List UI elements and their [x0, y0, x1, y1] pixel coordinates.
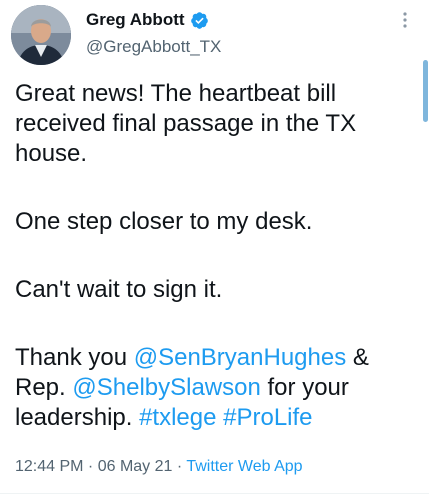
tweet-paragraph-3: Can't wait to sign it.: [15, 276, 223, 303]
scrollbar-thumb[interactable]: [423, 60, 428, 122]
tweet-source-app[interactable]: Twitter Web App: [186, 458, 302, 475]
tweet-paragraph-4: Thank you @SenBryanHughes & Rep. @Shelby…: [15, 343, 417, 433]
avatar[interactable]: [11, 5, 71, 65]
tweet-text: Great news! The heartbeat bill received …: [15, 79, 417, 433]
author-display-name[interactable]: Greg Abbott: [86, 10, 185, 30]
tweet-metadata: 12:44 PM · 06 May 21 · Twitter Web App: [15, 458, 303, 476]
hashtag-txlege[interactable]: #txlege: [139, 404, 216, 431]
hashtag-prolife[interactable]: #ProLife: [223, 404, 312, 431]
more-vertical-icon[interactable]: [398, 9, 412, 31]
author-name-row[interactable]: Greg Abbott: [86, 9, 209, 31]
tweet-time[interactable]: 12:44 PM: [15, 458, 83, 475]
author-handle[interactable]: @GregAbbott_TX: [86, 37, 221, 57]
tweet-card: Greg Abbott @GregAbbott_TX Great news! T…: [0, 0, 429, 500]
avatar-photo-icon: [11, 5, 71, 65]
mention-shelby-slawson[interactable]: @ShelbySlawson: [72, 374, 260, 401]
divider: [0, 493, 429, 494]
thanks-text: Thank you: [15, 344, 134, 371]
mention-sen-bryan-hughes[interactable]: @SenBryanHughes: [134, 344, 346, 371]
verified-badge-icon: [190, 11, 208, 29]
tweet-paragraph-1: Great news! The heartbeat bill received …: [15, 80, 357, 167]
meta-separator: ·: [172, 458, 187, 475]
tweet-paragraph-2: One step closer to my desk.: [15, 208, 313, 235]
tweet-date[interactable]: 06 May 21: [98, 458, 173, 475]
meta-separator: ·: [83, 458, 98, 475]
